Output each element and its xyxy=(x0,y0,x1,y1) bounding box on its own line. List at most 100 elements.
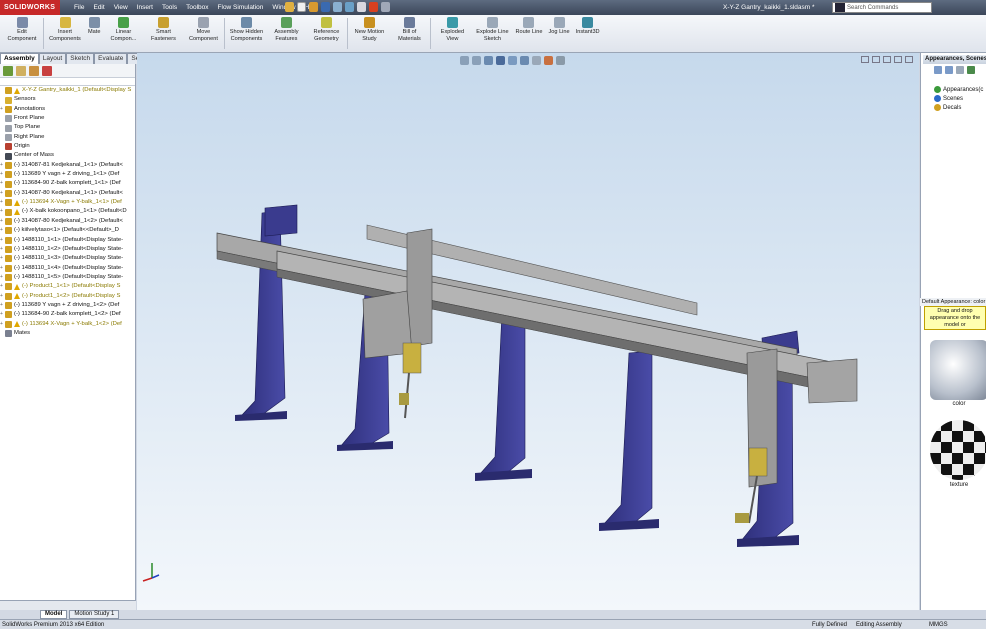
section-view-icon[interactable] xyxy=(496,56,505,65)
units-selector[interactable]: MMGS xyxy=(929,622,948,628)
back-icon[interactable] xyxy=(934,66,942,74)
forward-icon[interactable] xyxy=(945,66,953,74)
appearance-folder[interactable]: Decals xyxy=(934,103,983,112)
appearance-folder[interactable]: Appearances(c xyxy=(934,85,983,94)
feature-manager-icon[interactable] xyxy=(3,65,13,76)
ribbon-button[interactable]: Jog Line xyxy=(546,15,573,52)
ribbon-button[interactable]: Bill of Materials xyxy=(389,15,429,52)
menu-item[interactable]: Toolbox xyxy=(186,4,208,11)
print-icon[interactable] xyxy=(333,2,342,12)
tree-item[interactable]: + (-) Product1_1<1> (Default<Display S xyxy=(0,282,135,291)
tree-item[interactable]: + (-) 1488110_1<4> (Default<Display State… xyxy=(0,264,135,273)
ribbon-button[interactable]: Explode Line Sketch xyxy=(472,15,512,52)
tree-item[interactable]: + (-) kiilvelytaso<1> (Default<<Default>_… xyxy=(0,226,135,235)
tree-item[interactable]: + (-) 113689 Y vagn + Z driving_1<1> (Def xyxy=(0,170,135,179)
ribbon-button[interactable]: Exploded View xyxy=(432,15,472,52)
bottom-tab[interactable]: Model xyxy=(40,610,68,619)
tab-layout[interactable]: Layout xyxy=(38,53,67,64)
tree-item[interactable]: + (-) 314087-81 Kedjekanal_1<1> (Default< xyxy=(0,161,135,170)
zoom-area-icon[interactable] xyxy=(472,56,481,65)
tree-item[interactable]: + Annotations xyxy=(0,105,135,114)
tree-item[interactable]: Top Plane xyxy=(0,123,135,132)
menu-item[interactable]: Tools xyxy=(162,4,177,11)
viewport-minimize-icon[interactable] xyxy=(883,56,891,63)
tree-item[interactable]: + (-) 1488110_1<5> (Default<Display State… xyxy=(0,273,135,282)
view-orientation-icon[interactable] xyxy=(508,56,517,65)
ribbon-button[interactable]: Move Component xyxy=(183,15,223,52)
ribbon-button[interactable]: Edit Component xyxy=(2,15,42,52)
previous-view-icon[interactable] xyxy=(484,56,493,65)
appearance-folder[interactable]: Scenes xyxy=(934,94,983,103)
viewport-tile-icon[interactable] xyxy=(861,56,869,63)
tree-filter[interactable] xyxy=(0,78,135,86)
tree-item[interactable]: + (-) X-balk kokoonpano_1<1> (Default<D xyxy=(0,207,135,216)
display-style-icon[interactable] xyxy=(520,56,529,65)
viewport-restore-icon[interactable] xyxy=(894,56,902,63)
viewport-split-icon[interactable] xyxy=(872,56,880,63)
tree-item[interactable]: + (-) 113694 X-Vagn + Y-balk_1<2> (Def xyxy=(0,320,135,329)
tree-item[interactable]: Mates xyxy=(0,329,135,338)
component-icon xyxy=(5,255,12,263)
undo-icon[interactable] xyxy=(345,2,354,12)
tree-item[interactable]: + (-) 113684-90 Z-balk komplett_1<1> (Def xyxy=(0,179,135,188)
ribbon-button[interactable]: Insert Components xyxy=(45,15,85,52)
ribbon-button[interactable]: Route Line xyxy=(512,15,545,52)
hide-show-icon[interactable] xyxy=(532,56,541,65)
menu-item[interactable]: Flow Simulation xyxy=(218,4,264,11)
tree-item[interactable]: + (-) 1488110_1<1> (Default<Display State… xyxy=(0,236,135,245)
tab-evaluate[interactable]: Evaluate xyxy=(94,53,128,64)
color-swatch[interactable] xyxy=(930,340,986,400)
tree-item[interactable]: + (-) 113694 X-Vagn + Y-balk_1<1> (Def xyxy=(0,198,135,207)
ribbon-button[interactable]: Instant3D xyxy=(573,15,603,52)
ribbon-button[interactable]: Linear Compon... xyxy=(103,15,143,52)
new-icon[interactable] xyxy=(285,2,294,12)
search-input[interactable]: Search Commands xyxy=(832,2,932,13)
tree-item[interactable]: + (-) 113684-90 Z-balk komplett_1<2> (Def xyxy=(0,310,135,319)
tree-item-label: Center of Mass xyxy=(14,152,54,159)
tree-item[interactable]: Center of Mass xyxy=(0,151,135,160)
ribbon-button[interactable]: New Motion Study xyxy=(349,15,389,52)
tree-item[interactable]: + (-) 1488110_1<3> (Default<Display State… xyxy=(0,254,135,263)
document-icon[interactable] xyxy=(297,2,306,12)
graphics-area[interactable] xyxy=(137,53,919,610)
tree-item[interactable]: + (-) 113689 Y vagn + Z driving_1<2> (Def xyxy=(0,301,135,310)
menu-item[interactable]: Insert xyxy=(137,4,153,11)
texture-swatch[interactable] xyxy=(930,420,986,480)
tree-item[interactable]: Sensors xyxy=(0,95,135,104)
rebuild-icon[interactable] xyxy=(369,2,378,12)
ribbon-command-icon xyxy=(553,17,565,28)
tree-item[interactable]: Origin xyxy=(0,142,135,151)
configuration-manager-icon[interactable] xyxy=(29,65,39,76)
ribbon-button[interactable]: Show Hidden Components xyxy=(226,15,266,52)
save-icon[interactable] xyxy=(321,2,330,12)
tab-assembly[interactable]: Assembly xyxy=(0,53,39,64)
tree-scrollbar[interactable] xyxy=(0,600,136,610)
bottom-tab[interactable]: Motion Study 1 xyxy=(69,610,120,619)
tree-item[interactable]: Front Plane xyxy=(0,114,135,123)
tree-item[interactable]: + (-) 314087-80 Kedjekanal_1<1> (Default< xyxy=(0,189,135,198)
ribbon-button[interactable]: Reference Geometry xyxy=(306,15,346,52)
tree-item[interactable]: X-Y-Z Gantry_kaikki_1 (Default<Display S xyxy=(0,86,135,95)
ribbon-button[interactable]: Mate xyxy=(85,15,103,52)
tree-item[interactable]: + (-) 1488110_1<2> (Default<Display State… xyxy=(0,245,135,254)
menu-item[interactable]: File xyxy=(74,4,84,11)
open-icon[interactable] xyxy=(309,2,318,12)
up-icon[interactable] xyxy=(956,66,964,74)
add-icon[interactable] xyxy=(967,66,975,74)
select-icon[interactable] xyxy=(357,2,366,12)
ribbon-button[interactable]: Assembly Features xyxy=(266,15,306,52)
property-manager-icon[interactable] xyxy=(16,65,26,76)
appearance-manager-icon[interactable] xyxy=(42,65,52,76)
menu-item[interactable]: Edit xyxy=(93,4,104,11)
edit-appearance-icon[interactable] xyxy=(544,56,553,65)
tree-item[interactable]: Right Plane xyxy=(0,133,135,142)
ribbon-button[interactable]: Smart Fasteners xyxy=(143,15,183,52)
tab-sketch[interactable]: Sketch xyxy=(66,53,95,64)
tree-item[interactable]: + (-) 314087-80 Kedjekanal_1<2> (Default< xyxy=(0,217,135,226)
menu-item[interactable]: View xyxy=(114,4,128,11)
options-icon[interactable] xyxy=(381,2,390,12)
view-settings-icon[interactable] xyxy=(556,56,565,65)
zoom-to-fit-icon[interactable] xyxy=(460,56,469,65)
viewport-close-icon[interactable] xyxy=(905,56,913,63)
tree-item[interactable]: + (-) Product1_1<2> (Default<Display S xyxy=(0,292,135,301)
